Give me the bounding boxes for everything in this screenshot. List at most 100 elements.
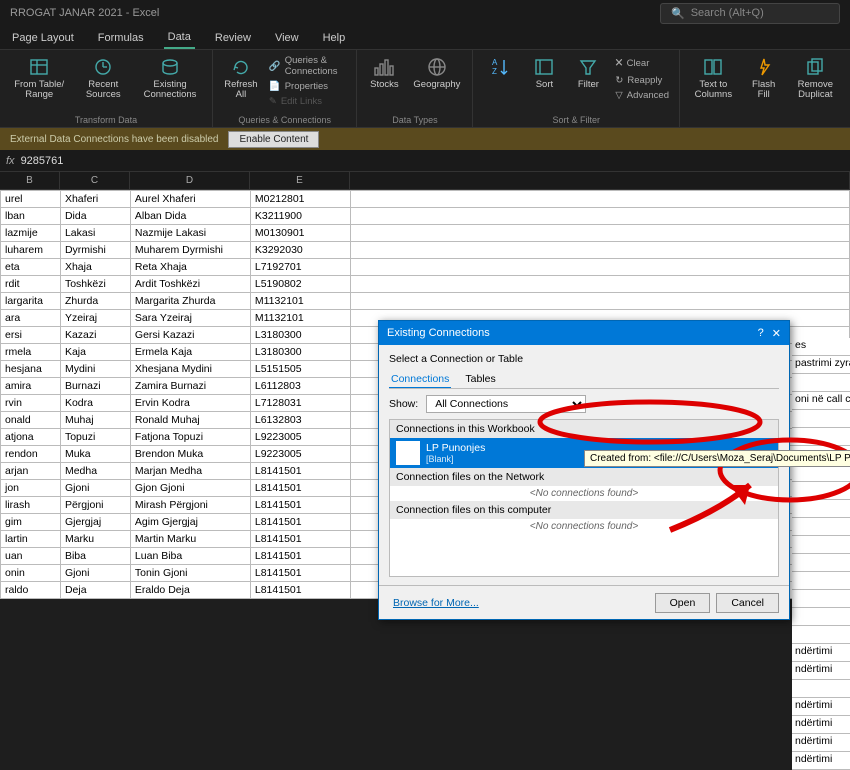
cell[interactable]: arjan (1, 463, 61, 480)
cell[interactable]: L3180300 (250, 344, 350, 361)
cell[interactable]: Mydini (60, 361, 130, 378)
clear-item[interactable]: 🗙Clear (613, 54, 671, 72)
cell[interactable]: hesjana (1, 361, 61, 378)
cell[interactable]: Lakasi (60, 225, 130, 242)
reapply-item[interactable]: ↻Reapply (613, 74, 671, 87)
cell[interactable]: L6132803 (250, 412, 350, 429)
cell[interactable]: L8141501 (250, 497, 350, 514)
cell[interactable]: Burnazi (60, 378, 130, 395)
cell[interactable]: Dida (60, 208, 130, 225)
cell[interactable]: L8141501 (250, 514, 350, 531)
from-table-range-button[interactable]: From Table/ Range (8, 54, 70, 103)
cell[interactable]: lazmije (1, 225, 61, 242)
cell[interactable]: Topuzi (60, 429, 130, 446)
cell[interactable]: Fatjona Topuzi (130, 429, 250, 446)
cell[interactable]: Ronald Muhaj (130, 412, 250, 429)
table-row[interactable]: rditToshkëziArdit ToshkëziL5190802 (1, 276, 850, 293)
table-row[interactable]: luharemDyrmishiMuharem DyrmishiK3292030 (1, 242, 850, 259)
cell[interactable]: onin (1, 565, 61, 582)
col-header-e[interactable]: E (250, 172, 350, 189)
cell[interactable]: uan (1, 548, 61, 565)
cell[interactable]: Sara Yzeiraj (130, 310, 250, 327)
search-box[interactable]: 🔍 Search (Alt+Q) (660, 3, 840, 24)
cancel-button[interactable]: Cancel (716, 593, 779, 613)
cell[interactable]: Muharem Dyrmishi (130, 242, 250, 259)
table-row[interactable]: urelXhaferiAurel XhaferiM0212801 (1, 191, 850, 208)
filter-button[interactable]: Filter (569, 54, 607, 92)
cell[interactable]: Muhaj (60, 412, 130, 429)
cell[interactable]: lartin (1, 531, 61, 548)
cell[interactable]: urel (1, 191, 61, 208)
advanced-item[interactable]: ▽Advanced (613, 89, 671, 102)
cell[interactable]: Nazmije Lakasi (130, 225, 250, 242)
col-header-rest[interactable] (350, 172, 850, 189)
cell[interactable]: Gersi Kazazi (130, 327, 250, 344)
cell[interactable]: rvin (1, 395, 61, 412)
cell[interactable]: amira (1, 378, 61, 395)
dialog-help-icon[interactable]: ? (758, 327, 764, 339)
cell[interactable]: Dyrmishi (60, 242, 130, 259)
cell[interactable]: L7128031 (250, 395, 350, 412)
tab-view[interactable]: View (271, 28, 303, 48)
cell[interactable]: ara (1, 310, 61, 327)
cell[interactable]: Zhurda (60, 293, 130, 310)
cell[interactable]: Medha (60, 463, 130, 480)
recent-sources-button[interactable]: Recent Sources (76, 54, 130, 103)
cell[interactable]: L5151505 (250, 361, 350, 378)
cell[interactable]: Marku (60, 531, 130, 548)
cell[interactable]: Alban Dida (130, 208, 250, 225)
cell[interactable]: Martin Marku (130, 531, 250, 548)
cell[interactable]: atjona (1, 429, 61, 446)
geography-button[interactable]: Geography (409, 54, 464, 92)
cell[interactable]: L5190802 (250, 276, 350, 293)
cell[interactable]: Kazazi (60, 327, 130, 344)
cell[interactable]: L8141501 (250, 480, 350, 497)
formula-value[interactable]: 9285761 (21, 155, 64, 167)
cell[interactable]: largarita (1, 293, 61, 310)
cell[interactable]: Gjon Gjoni (130, 480, 250, 497)
tab-help[interactable]: Help (319, 28, 350, 48)
dialog-close-icon[interactable]: ✕ (772, 327, 781, 340)
cell[interactable]: L9223005 (250, 429, 350, 446)
flash-fill-button[interactable]: Flash Fill (745, 54, 783, 103)
cell[interactable]: L6112803 (250, 378, 350, 395)
cell[interactable]: Mirash Përgjoni (130, 497, 250, 514)
cell[interactable]: rendon (1, 446, 61, 463)
cell[interactable]: Ervin Kodra (130, 395, 250, 412)
cell[interactable]: M0212801 (250, 191, 350, 208)
cell[interactable]: gim (1, 514, 61, 531)
table-row[interactable]: lbanDidaAlban DidaK3211900 (1, 208, 850, 225)
cell[interactable]: eta (1, 259, 61, 276)
cell[interactable]: L9223005 (250, 446, 350, 463)
cell[interactable]: Brendon Muka (130, 446, 250, 463)
cell[interactable]: Ermela Kaja (130, 344, 250, 361)
table-row[interactable]: lazmijeLakasiNazmije LakasiM0130901 (1, 225, 850, 242)
cell[interactable]: L8141501 (250, 582, 350, 599)
cell[interactable]: Xhesjana Mydini (130, 361, 250, 378)
tab-formulas[interactable]: Formulas (94, 28, 148, 48)
properties-item[interactable]: 📄Properties (267, 80, 349, 93)
cell[interactable]: Aurel Xhaferi (130, 191, 250, 208)
cell[interactable]: Kaja (60, 344, 130, 361)
cell[interactable]: rmela (1, 344, 61, 361)
cell[interactable]: Margarita Zhurda (130, 293, 250, 310)
cell[interactable]: Biba (60, 548, 130, 565)
cell[interactable]: Muka (60, 446, 130, 463)
browse-more-link[interactable]: Browse for More... (389, 594, 483, 612)
cell[interactable]: Gjoni (60, 480, 130, 497)
cell[interactable]: luharem (1, 242, 61, 259)
col-header-c[interactable]: C (60, 172, 130, 189)
open-button[interactable]: Open (655, 593, 711, 613)
sort-az-button[interactable]: AZ (481, 54, 519, 80)
cell[interactable]: M1132101 (250, 310, 350, 327)
cell[interactable]: M1132101 (250, 293, 350, 310)
cell[interactable]: Kodra (60, 395, 130, 412)
cell[interactable]: Reta Xhaja (130, 259, 250, 276)
cell[interactable]: L7192701 (250, 259, 350, 276)
cell[interactable]: onald (1, 412, 61, 429)
cell[interactable]: lban (1, 208, 61, 225)
cell[interactable]: Eraldo Deja (130, 582, 250, 599)
dialog-tab-connections[interactable]: Connections (389, 371, 451, 388)
tab-page-layout[interactable]: Page Layout (8, 28, 78, 48)
cell[interactable]: Përgjoni (60, 497, 130, 514)
